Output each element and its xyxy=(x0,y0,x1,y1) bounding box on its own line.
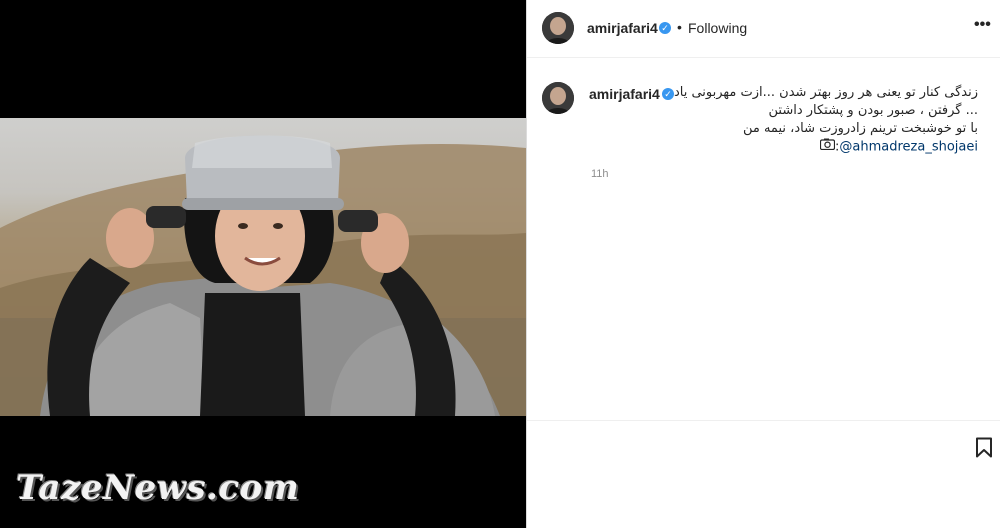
post-photo[interactable] xyxy=(0,118,526,416)
avatar-image xyxy=(542,82,574,114)
caption-text: زندگی کنار تو یعنی هر روز بهتر شدن ...از… xyxy=(588,84,978,157)
post-side-panel: amirjafari4 ✓ • Following ••• amirjafari… xyxy=(527,0,1000,528)
post-timestamp[interactable]: 11h xyxy=(591,168,609,180)
mention-link[interactable]: @ahmadreza_shojaei xyxy=(839,140,978,155)
caption-author-avatar[interactable] xyxy=(542,82,574,114)
bookmark-icon[interactable] xyxy=(975,437,993,463)
actions-divider xyxy=(527,420,1000,421)
post-media[interactable]: TazeNews.com xyxy=(0,0,526,528)
author-username[interactable]: amirjafari4 xyxy=(587,20,658,36)
camera-icon xyxy=(819,138,836,156)
avatar-image xyxy=(542,12,574,44)
author-avatar[interactable] xyxy=(542,12,574,44)
following-button[interactable]: Following xyxy=(688,20,747,36)
caption-line-3: با تو خوشبخت ترینم زادروزت شاد، نیمه من xyxy=(742,121,978,136)
caption-line-1: زندگی کنار تو یعنی هر روز بهتر شدن ...از… xyxy=(673,85,978,100)
post-header: amirjafari4 ✓ • Following ••• xyxy=(527,0,1000,58)
watermark-logo: TazeNews.com xyxy=(16,468,300,508)
caption-line-2: ... گرفتن ، صبور بودن و پشتکار داشتن xyxy=(768,103,979,118)
caption-mention-line: :@ahmadreza_shojaei xyxy=(588,138,978,157)
verified-badge-icon: ✓ xyxy=(659,22,671,34)
separator-dot: • xyxy=(677,19,682,35)
post-photo-illustration xyxy=(0,135,526,416)
more-options-icon[interactable]: ••• xyxy=(974,16,991,34)
